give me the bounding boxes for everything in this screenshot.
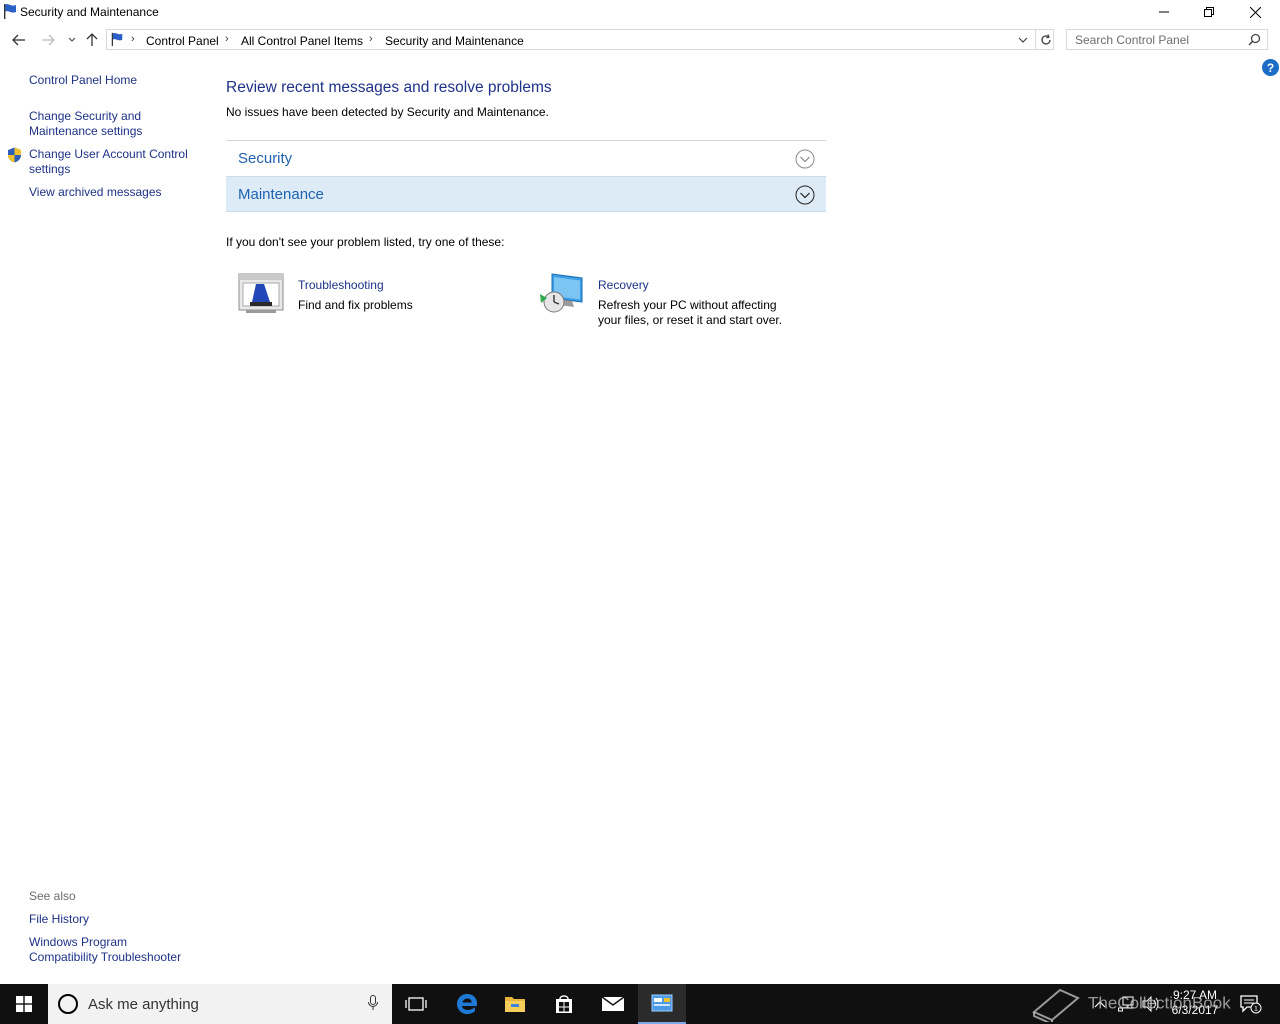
close-icon bbox=[1249, 6, 1261, 18]
restore-button[interactable] bbox=[1186, 0, 1232, 24]
edge-taskbar-button[interactable] bbox=[443, 984, 491, 1024]
mail-icon bbox=[601, 996, 625, 1011]
title-bar: Security and Maintenance bbox=[0, 0, 1280, 24]
breadcrumb-separator: › bbox=[131, 33, 135, 45]
recent-locations-button[interactable] bbox=[63, 31, 81, 49]
troubleshooting-description: Find and fix problems bbox=[298, 298, 413, 312]
file-explorer-taskbar-button[interactable] bbox=[491, 984, 539, 1024]
security-section-header[interactable]: Security bbox=[226, 140, 826, 176]
window-title: Security and Maintenance bbox=[20, 5, 159, 19]
restore-icon bbox=[1204, 7, 1214, 17]
action-center-button[interactable]: 1 bbox=[1240, 984, 1264, 1024]
help-button[interactable]: ? bbox=[1262, 59, 1279, 76]
see-also-heading: See also bbox=[29, 889, 76, 903]
refresh-button[interactable] bbox=[1035, 30, 1056, 49]
address-dropdown-button[interactable] bbox=[1015, 32, 1031, 48]
recovery-description: Refresh your PC without affecting your f… bbox=[598, 298, 783, 327]
search-input[interactable] bbox=[1067, 30, 1251, 49]
search-icon[interactable] bbox=[1248, 33, 1261, 46]
task-view-button[interactable] bbox=[392, 984, 440, 1024]
troubleshooting-icon[interactable] bbox=[238, 272, 286, 316]
breadcrumb-control-panel[interactable]: Control Panel bbox=[146, 34, 219, 48]
up-arrow-icon bbox=[86, 33, 98, 46]
back-button[interactable] bbox=[10, 31, 28, 49]
chevron-down-icon bbox=[1018, 37, 1028, 43]
compatibility-troubleshooter-link[interactable]: Windows Program Compatibility Troublesho… bbox=[29, 935, 199, 965]
store-icon bbox=[556, 995, 572, 1013]
flag-icon bbox=[111, 32, 123, 46]
chevron-down-icon bbox=[68, 37, 76, 42]
expand-chevron-icon[interactable] bbox=[795, 185, 815, 205]
cortana-search-input[interactable] bbox=[88, 994, 348, 1014]
minimize-button[interactable] bbox=[1141, 0, 1187, 24]
status-message: No issues have been detected by Security… bbox=[226, 105, 549, 119]
file-history-link[interactable]: File History bbox=[29, 912, 199, 927]
back-arrow-icon bbox=[12, 34, 25, 46]
microphone-icon[interactable] bbox=[368, 995, 378, 1011]
task-view-icon bbox=[405, 997, 427, 1011]
folder-icon bbox=[505, 997, 525, 1012]
refresh-icon bbox=[1041, 33, 1051, 45]
watermark-text: TheCollectionBook bbox=[1088, 993, 1231, 1013]
cortana-search-box bbox=[48, 984, 392, 1024]
start-button[interactable] bbox=[0, 984, 48, 1024]
change-uac-settings-link[interactable]: Change User Account Control settings bbox=[29, 147, 201, 177]
close-button[interactable] bbox=[1232, 0, 1278, 24]
breadcrumb-security-maintenance[interactable]: Security and Maintenance bbox=[385, 34, 524, 48]
recovery-icon[interactable] bbox=[538, 272, 586, 316]
breadcrumb-all-items[interactable]: All Control Panel Items bbox=[241, 34, 363, 48]
recovery-link[interactable]: Recovery bbox=[598, 278, 649, 292]
control-panel-icon bbox=[651, 994, 673, 1012]
minimize-icon bbox=[1159, 11, 1169, 13]
security-section-label: Security bbox=[238, 150, 293, 167]
suggestion-text: If you don't see your problem listed, tr… bbox=[226, 235, 505, 249]
breadcrumb-separator: › bbox=[225, 33, 229, 45]
maintenance-section-header[interactable]: Maintenance bbox=[226, 176, 826, 212]
troubleshooting-link[interactable]: Troubleshooting bbox=[298, 278, 384, 292]
windows-logo-icon bbox=[16, 996, 32, 1012]
navigation-bar: › Control Panel › All Control Panel Item… bbox=[0, 27, 1280, 53]
watermark: TheCollectionBook bbox=[1030, 986, 1231, 1024]
forward-arrow-icon bbox=[42, 34, 55, 46]
book-icon bbox=[1032, 988, 1080, 1024]
search-box bbox=[1066, 29, 1268, 50]
forward-button[interactable] bbox=[39, 31, 57, 49]
control-panel-taskbar-button[interactable] bbox=[638, 984, 686, 1024]
up-button[interactable] bbox=[83, 31, 101, 49]
breadcrumb-separator: › bbox=[369, 33, 373, 45]
store-taskbar-button[interactable] bbox=[540, 984, 588, 1024]
maintenance-section-label: Maintenance bbox=[238, 186, 324, 203]
page-title: Review recent messages and resolve probl… bbox=[226, 79, 552, 96]
address-bar[interactable]: › Control Panel › All Control Panel Item… bbox=[106, 29, 1054, 50]
expand-chevron-icon[interactable] bbox=[795, 149, 815, 169]
mail-taskbar-button[interactable] bbox=[589, 984, 637, 1024]
notification-icon: 1 bbox=[1240, 995, 1262, 1014]
change-security-settings-link[interactable]: Change Security and Maintenance settings bbox=[29, 109, 169, 139]
uac-shield-icon bbox=[8, 147, 21, 163]
edge-icon bbox=[457, 994, 477, 1014]
view-archived-messages-link[interactable]: View archived messages bbox=[29, 185, 199, 200]
flag-icon bbox=[4, 4, 17, 19]
cortana-icon bbox=[58, 994, 78, 1014]
notification-count: 1 bbox=[1254, 1006, 1258, 1013]
control-panel-home-link[interactable]: Control Panel Home bbox=[29, 73, 199, 88]
